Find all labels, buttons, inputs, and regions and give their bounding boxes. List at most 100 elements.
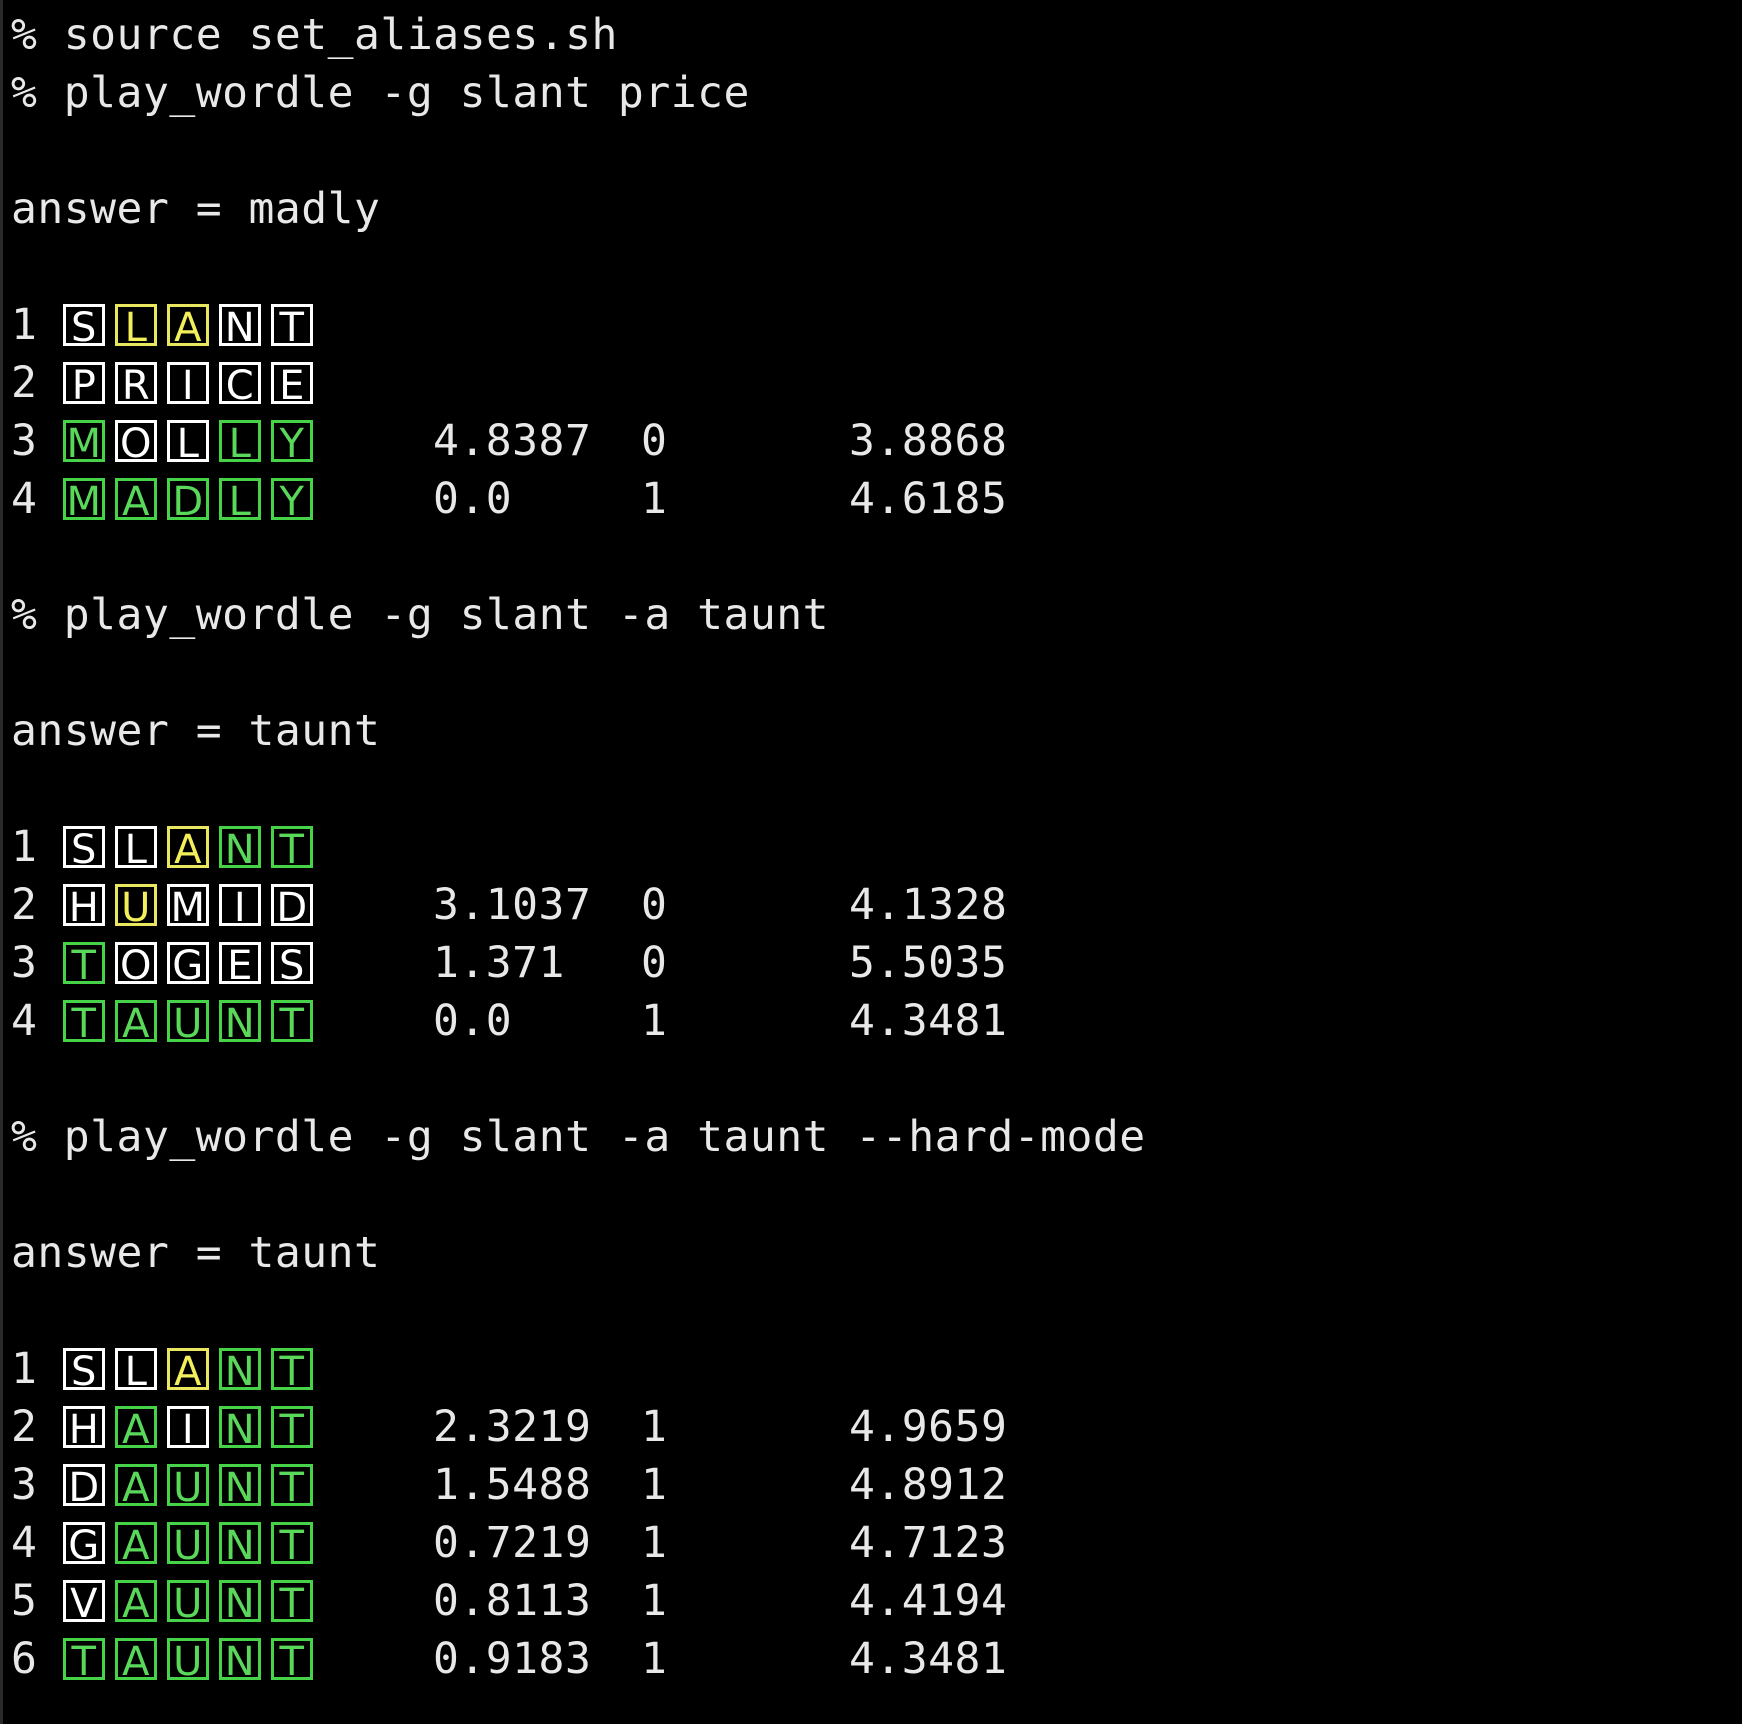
- letter-tiles: GAUNT: [63, 1522, 433, 1567]
- value-score: 3.8868: [849, 416, 1008, 466]
- guess-row: 1 SLANT: [11, 818, 1742, 876]
- letter-tile-absent: L: [167, 420, 209, 465]
- letter-tile-correct: T: [63, 1000, 105, 1045]
- guess-number: 3: [11, 416, 38, 466]
- letter-tile-correct: N: [219, 1464, 261, 1509]
- letter-tile-correct: N: [219, 1638, 261, 1683]
- letter-tile-present: A: [167, 1348, 209, 1393]
- value-entropy: 0.8113: [433, 1576, 592, 1626]
- letter-tile-correct: T: [271, 1638, 313, 1683]
- letter-tile-correct: Y: [271, 420, 313, 465]
- guess-number: 4: [11, 996, 38, 1046]
- letter-tiles: SLANT: [63, 304, 433, 349]
- letter-tiles: DAUNT: [63, 1464, 433, 1509]
- letter-tile-absent: G: [63, 1522, 105, 1567]
- letter-tile-correct: M: [63, 420, 105, 465]
- letter-tile-correct: N: [219, 1522, 261, 1567]
- value-flag: 1: [641, 1576, 668, 1626]
- letter-tile-correct: T: [271, 826, 313, 871]
- letter-tiles: SLANT: [63, 826, 433, 871]
- guess-number: 2: [11, 358, 38, 408]
- guess-number: 3: [11, 1460, 38, 1510]
- letter-tile-absent: O: [115, 420, 157, 465]
- answer-line: answer = taunt: [11, 1228, 381, 1278]
- value-flag: 1: [641, 1518, 668, 1568]
- letter-tile-correct: A: [115, 1638, 157, 1683]
- guess-number: 3: [11, 938, 38, 988]
- value-entropy: 1.371: [433, 938, 565, 988]
- letter-tiles: SLANT: [63, 1348, 433, 1393]
- letter-tile-absent: T: [271, 304, 313, 349]
- letter-tiles: HUMID: [63, 884, 433, 929]
- letter-tile-absent: R: [115, 362, 157, 407]
- letter-tile-correct: U: [167, 1638, 209, 1683]
- letter-tile-correct: D: [167, 478, 209, 523]
- letter-tile-absent: S: [63, 826, 105, 871]
- letter-tile-correct: M: [63, 478, 105, 523]
- letter-tile-absent: O: [115, 942, 157, 987]
- letter-tiles: HAINT: [63, 1406, 433, 1451]
- letter-tile-absent: S: [63, 304, 105, 349]
- guess-number: 2: [11, 1402, 38, 1452]
- value-entropy: 4.8387: [433, 416, 592, 466]
- guess-row: 2 H U M I D 3.1037 0 4.1328: [11, 876, 1742, 934]
- letter-tiles: VAUNT: [63, 1580, 433, 1625]
- guess-number: 1: [11, 822, 38, 872]
- letter-tile-correct: A: [115, 1000, 157, 1045]
- value-entropy: 0.0: [433, 474, 513, 524]
- letter-tiles: PRICE: [63, 362, 433, 407]
- guess-row: 4 T A U N T 0.0 1 4.3481: [11, 992, 1742, 1050]
- letter-tile-absent: S: [63, 1348, 105, 1393]
- command-line: % play_wordle -g slant price: [11, 68, 750, 118]
- guess-row: 4 M A D L Y 0.0 1 4.6185: [11, 470, 1742, 528]
- letter-tile-present: U: [115, 884, 157, 929]
- value-score: 4.9659: [849, 1402, 1008, 1452]
- letter-tile-absent: L: [115, 826, 157, 871]
- guess-number: 4: [11, 474, 38, 524]
- guess-row: 2 H A I N T 2.3219 1 4.9659: [11, 1398, 1742, 1456]
- letter-tile-correct: A: [115, 478, 157, 523]
- value-flag: 1: [641, 996, 668, 1046]
- letter-tile-absent: I: [219, 884, 261, 929]
- letter-tile-correct: L: [219, 420, 261, 465]
- guess-row: 4 G A U N T 0.7219 1 4.7123: [11, 1514, 1742, 1572]
- letter-tile-correct: N: [219, 1580, 261, 1625]
- guess-row: 3 M O L L Y 4.8387 0 3.8868: [11, 412, 1742, 470]
- value-score: 4.3481: [849, 996, 1008, 1046]
- letter-tile-present: A: [167, 304, 209, 349]
- terminal-window[interactable]: % source set_aliases.sh % play_wordle -g …: [0, 0, 1742, 1724]
- value-score: 4.4194: [849, 1576, 1008, 1626]
- guess-row: 1 SLANT: [11, 1340, 1742, 1398]
- letter-tile-absent: D: [271, 884, 313, 929]
- letter-tile-correct: N: [219, 1348, 261, 1393]
- guess-row: 2 PRICE: [11, 354, 1742, 412]
- letter-tile-correct: Y: [271, 478, 313, 523]
- letter-tile-absent: E: [219, 942, 261, 987]
- value-entropy: 0.0: [433, 996, 513, 1046]
- guess-number: 2: [11, 880, 38, 930]
- letter-tile-present: L: [115, 304, 157, 349]
- value-entropy: 2.3219: [433, 1402, 592, 1452]
- letter-tile-correct: A: [115, 1464, 157, 1509]
- guess-number: 1: [11, 1344, 38, 1394]
- value-score: 4.8912: [849, 1460, 1008, 1510]
- letter-tile-absent: C: [219, 362, 261, 407]
- value-flag: 1: [641, 1460, 668, 1510]
- letter-tile-absent: N: [219, 304, 261, 349]
- letter-tiles: TAUNT: [63, 1000, 433, 1045]
- value-score: 4.1328: [849, 880, 1008, 930]
- letter-tile-correct: T: [271, 1406, 313, 1451]
- letter-tile-correct: T: [271, 1348, 313, 1393]
- letter-tile-absent: E: [271, 362, 313, 407]
- letter-tile-absent: M: [167, 884, 209, 929]
- value-flag: 0: [641, 938, 668, 988]
- guess-row: 3 T O G E S 1.371 0 5.5035: [11, 934, 1742, 992]
- guess-number: 1: [11, 300, 38, 350]
- letter-tile-absent: H: [63, 1406, 105, 1451]
- value-entropy: 0.9183: [433, 1634, 592, 1684]
- guess-number: 6: [11, 1634, 38, 1684]
